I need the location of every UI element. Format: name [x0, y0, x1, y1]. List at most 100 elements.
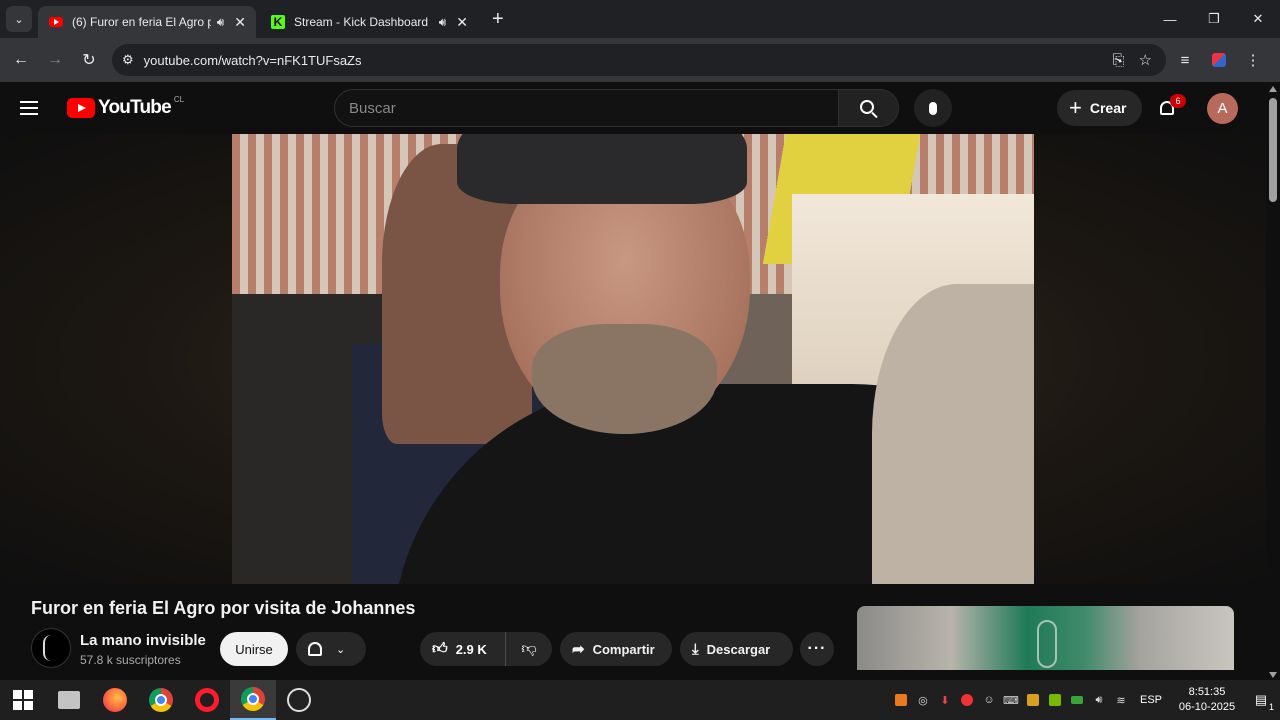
back-button[interactable]: ←	[4, 43, 38, 77]
reload-button[interactable]: ↻	[72, 43, 106, 77]
tray-app2-icon[interactable]	[1022, 680, 1044, 720]
tray-download-icon[interactable]: ⬇	[934, 680, 956, 720]
screen: ⌄ (6) Furor en feria El Agro po 🔊︎ ✕ K S…	[0, 0, 1280, 720]
channel-name[interactable]: La mano invisible	[80, 632, 206, 649]
share-icon: ➦	[572, 641, 585, 658]
windows-icon	[13, 690, 33, 710]
site-info-icon[interactable]: ⚙︎	[122, 52, 134, 68]
tray-nvidia-icon[interactable]	[1044, 680, 1066, 720]
more-icon: ···	[807, 640, 827, 657]
scroll-up-icon[interactable]	[1269, 86, 1277, 92]
avatar[interactable]: A	[1207, 93, 1238, 124]
suggested-video-thumbnail[interactable]	[857, 606, 1234, 670]
tray-keyboard-icon[interactable]: ⌨	[1000, 680, 1022, 720]
video-title: Furor en feria El Agro por visita de Joh…	[31, 598, 416, 618]
create-button[interactable]: + Crear	[1057, 90, 1142, 126]
install-app-icon[interactable]: ⎘	[1113, 52, 1125, 69]
like-button[interactable]: 👍︎ 2.9 K	[420, 632, 506, 666]
share-button[interactable]: ➦ Compartir	[560, 632, 672, 666]
notifications-button[interactable]: 6	[1156, 94, 1186, 119]
close-icon: ✕	[1252, 11, 1264, 26]
video-frame-foreground-hair	[872, 284, 1034, 584]
notification-center-button[interactable]: ▤ 1	[1242, 680, 1280, 720]
scroll-down-icon[interactable]	[1269, 672, 1277, 678]
tab-search-button[interactable]: ⌄	[6, 6, 32, 32]
search-button[interactable]	[839, 89, 899, 127]
clock-date: 06-10-2025	[1178, 701, 1236, 713]
scroll-thumb[interactable]	[1269, 98, 1277, 202]
toolbar-right-icons: ≡ ⋮	[1168, 44, 1270, 76]
video-player[interactable]	[232, 134, 1034, 584]
speaker-icon[interactable]: 🔊︎	[217, 15, 225, 30]
firefox-icon	[103, 688, 127, 712]
tab-title: Stream - Kick Dashboard	[294, 15, 429, 29]
plus-icon: +	[1069, 95, 1082, 120]
download-button[interactable]: ⤓ Descargar	[680, 632, 793, 666]
taskbar-chrome-active[interactable]	[230, 680, 276, 720]
voice-search-button[interactable]	[914, 89, 952, 127]
page-scrollbar[interactable]	[1266, 82, 1280, 682]
like-dislike-group: 👍︎ 2.9 K 👎︎	[420, 632, 552, 666]
menu-icon[interactable]	[20, 96, 48, 120]
share-label: Compartir	[592, 641, 655, 657]
tab-kick-dashboard[interactable]: K Stream - Kick Dashboard 🔊︎ ✕	[260, 6, 478, 38]
taskbar-chrome[interactable]	[138, 680, 184, 720]
like-count: 2.9 K	[455, 641, 487, 657]
close-window-button[interactable]: ✕	[1236, 0, 1280, 38]
kick-favicon-icon: K	[270, 14, 286, 30]
language-indicator[interactable]: ESP	[1140, 694, 1162, 706]
url-text[interactable]: youtube.com/watch?v=nFK1TUFsaZs	[144, 53, 1113, 68]
country-code: CL	[173, 94, 185, 104]
dislike-button[interactable]: 👎︎	[506, 632, 552, 666]
logo-text: YouTube	[98, 97, 172, 118]
subscription-bell-button[interactable]: ⌄	[296, 632, 366, 666]
volume-icon[interactable]: 🔊︎	[1088, 680, 1110, 720]
chrome-icon	[149, 688, 173, 712]
create-label: Crear	[1089, 100, 1127, 116]
tray-battery-icon[interactable]	[1066, 680, 1088, 720]
taskbar-obs[interactable]	[276, 680, 322, 720]
bookmark-star-icon[interactable]: ☆	[1139, 51, 1152, 69]
forward-button[interactable]: →	[38, 43, 72, 77]
restore-icon: ❐	[1208, 11, 1220, 26]
restore-button[interactable]: ❐	[1192, 0, 1236, 38]
address-bar[interactable]: ⚙︎ youtube.com/watch?v=nFK1TUFsaZs ⎘ ☆	[112, 44, 1166, 76]
minimize-button[interactable]: —	[1148, 0, 1192, 38]
microphone-icon	[929, 101, 937, 115]
notification-badge: 6	[1170, 94, 1186, 108]
close-tab-icon[interactable]: ✕	[234, 14, 246, 31]
browser-menu-icon[interactable]: ⋮	[1236, 44, 1270, 76]
taskbar-file-explorer[interactable]	[46, 680, 92, 720]
more-actions-button[interactable]: ···	[800, 632, 834, 666]
join-button[interactable]: Unirse	[220, 632, 288, 666]
media-controls-icon[interactable]: ≡	[1168, 44, 1202, 76]
channel-avatar[interactable]	[31, 628, 71, 668]
speaker-icon[interactable]: 🔊︎	[439, 15, 447, 30]
tray-obs-icon[interactable]: ◎	[912, 680, 934, 720]
taskbar-firefox[interactable]	[92, 680, 138, 720]
search-box	[334, 89, 899, 127]
tray-record-icon[interactable]	[956, 680, 978, 720]
tray-discord-icon[interactable]: ☺	[978, 680, 1000, 720]
clock[interactable]: 8:51:35 06-10-2025	[1172, 685, 1242, 715]
new-tab-button[interactable]: +	[492, 8, 504, 31]
taskbar-opera[interactable]	[184, 680, 230, 720]
wifi-icon[interactable]: ≋	[1110, 680, 1132, 720]
thumbs-up-icon: 👍︎	[432, 640, 448, 657]
browser-tab-strip: ⌄ (6) Furor en feria El Agro po 🔊︎ ✕ K S…	[0, 0, 1280, 38]
bell-icon	[308, 642, 322, 656]
tray-app-icon[interactable]	[890, 680, 912, 720]
arrow-right-icon: →	[47, 51, 63, 68]
extension-icon[interactable]	[1202, 44, 1236, 76]
tab-youtube[interactable]: (6) Furor en feria El Agro po 🔊︎ ✕	[38, 6, 256, 38]
close-tab-icon[interactable]: ✕	[456, 14, 468, 31]
search-input[interactable]	[334, 89, 839, 127]
clock-time: 8:51:35	[1188, 686, 1226, 698]
youtube-play-icon	[67, 98, 95, 118]
reload-icon: ↻	[82, 52, 96, 69]
thumbnail-graphic	[1037, 620, 1057, 668]
start-button[interactable]	[0, 680, 46, 720]
subscriber-count: 57.8 k suscriptores	[80, 653, 181, 667]
youtube-logo[interactable]: YouTube CL	[67, 94, 185, 119]
system-tray: ◎ ⬇ ☺ ⌨ 🔊︎ ≋ ESP 8:51:35 06-10-2025 ▤ 1	[890, 680, 1280, 720]
